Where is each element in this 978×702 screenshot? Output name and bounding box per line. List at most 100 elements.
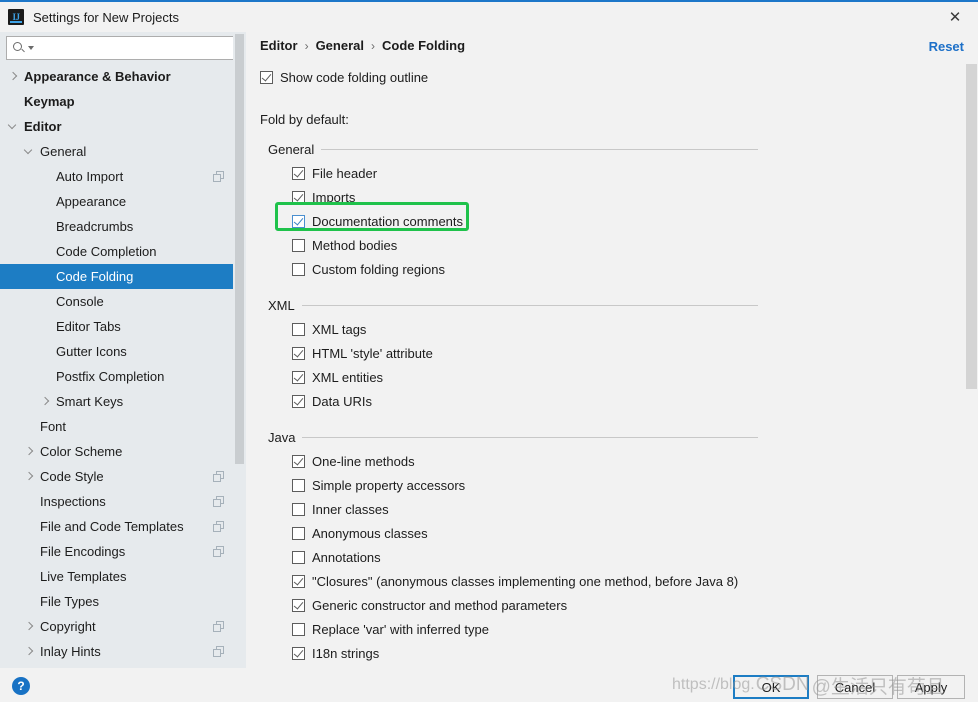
checkbox-html-style-attribute[interactable] [292,347,305,360]
checkbox-replace-var-with-inferred-type[interactable] [292,623,305,636]
checkbox-row-method-bodies[interactable]: Method bodies [292,234,397,257]
show-code-folding-outline-row[interactable]: Show code folding outline [260,66,428,89]
checkbox-annotations[interactable] [292,551,305,564]
sidebar-item-breadcrumbs[interactable]: Breadcrumbs [0,214,246,239]
breadcrumb-item[interactable]: Code Folding [382,38,465,53]
checkbox-generic-constructor-and-method-parameter[interactable] [292,599,305,612]
sidebar-scrollbar-thumb[interactable] [235,34,244,464]
checkbox-simple-property-accessors[interactable] [292,479,305,492]
search-box[interactable] [6,36,240,60]
chevron-right-icon[interactable] [8,71,19,82]
sidebar-item-live-templates[interactable]: Live Templates [0,564,246,589]
checkbox-documentation-comments[interactable] [292,215,305,228]
sidebar-item-code-style[interactable]: Code Style [0,464,246,489]
sidebar-item-inlay-hints[interactable]: Inlay Hints [0,639,246,664]
checkbox-file-header[interactable] [292,167,305,180]
sidebar-item-file-types[interactable]: File Types [0,589,246,614]
checkbox-row-anonymous-classes[interactable]: Anonymous classes [292,522,428,545]
checkbox-row-xml-entities[interactable]: XML entities [292,366,383,389]
sidebar-item-file-encodings[interactable]: File Encodings [0,539,246,564]
checkbox-i18n-strings[interactable] [292,647,305,660]
sidebar-scrollbar[interactable] [233,32,246,668]
sidebar-item-label: Appearance [56,194,127,209]
checkbox-row-i18n-strings[interactable]: I18n strings [292,642,379,665]
copy-icon [213,646,224,657]
checkbox-row-simple-property-accessors[interactable]: Simple property accessors [292,474,465,497]
checkbox-inner-classes[interactable] [292,503,305,516]
sidebar-item-file-and-code-templates[interactable]: File and Code Templates [0,514,246,539]
help-icon[interactable]: ? [12,677,30,695]
checkbox-xml-tags[interactable] [292,323,305,336]
sidebar-item-keymap[interactable]: Keymap [0,89,246,114]
checkbox-row-data-uris[interactable]: Data URIs [292,390,372,413]
checkbox-row-generic-constructor-and-method-parameter[interactable]: Generic constructor and method parameter… [292,594,567,617]
chevron-right-icon[interactable] [40,396,51,407]
checkbox-label: Replace 'var' with inferred type [312,622,489,637]
sidebar-item-auto-import[interactable]: Auto Import [0,164,246,189]
checkbox-row-imports[interactable]: Imports [292,186,355,209]
checkbox-closures-anonymous-classes-implementing-[interactable] [292,575,305,588]
checkbox-row-custom-folding-regions[interactable]: Custom folding regions [292,258,445,281]
chevron-right-icon[interactable] [24,646,35,657]
sidebar-item-gutter-icons[interactable]: Gutter Icons [0,339,246,364]
sidebar-item-label: Smart Keys [56,394,124,409]
checkbox-row-one-line-methods[interactable]: One-line methods [292,450,415,473]
breadcrumb-item[interactable]: General [316,38,364,53]
sidebar-item-copyright[interactable]: Copyright [0,614,246,639]
checkbox-imports[interactable] [292,191,305,204]
chevron-down-icon[interactable] [8,121,19,132]
chevron-down-icon[interactable] [24,146,35,157]
close-icon[interactable]: ✕ [932,2,978,32]
sidebar-item-code-folding[interactable]: Code Folding [0,264,246,289]
copy-icon [213,471,224,482]
show-code-folding-outline-checkbox[interactable] [260,71,273,84]
sidebar-item-label: Appearance & Behavior [24,69,171,84]
checkbox-row-html-style-attribute[interactable]: HTML 'style' attribute [292,342,433,365]
content-scrollbar[interactable] [963,62,978,668]
checkbox-row-documentation-comments[interactable]: Documentation comments [292,210,463,233]
sidebar-item-code-completion[interactable]: Code Completion [0,239,246,264]
checkbox-xml-entities[interactable] [292,371,305,384]
sidebar-item-editor-tabs[interactable]: Editor Tabs [0,314,246,339]
sidebar-item-appearance-behavior[interactable]: Appearance & Behavior [0,64,246,89]
checkbox-custom-folding-regions[interactable] [292,263,305,276]
sidebar-item-postfix-completion[interactable]: Postfix Completion [0,364,246,389]
chevron-right-icon[interactable] [24,621,35,632]
checkbox-method-bodies[interactable] [292,239,305,252]
checkbox-row-xml-tags[interactable]: XML tags [292,318,366,341]
cancel-button[interactable]: Cancel [817,675,893,699]
sidebar-item-inspections[interactable]: Inspections [0,489,246,514]
checkbox-label: Imports [312,190,356,205]
group-header: General [268,140,758,158]
checkbox-row-file-header[interactable]: File header [292,162,377,185]
checkbox-one-line-methods[interactable] [292,455,305,468]
sidebar-item-label: Code Completion [56,244,157,259]
sidebar-item-appearance[interactable]: Appearance [0,189,246,214]
show-code-folding-outline-label: Show code folding outline [280,70,429,85]
checkbox-row-inner-classes[interactable]: Inner classes [292,498,389,521]
sidebar-item-smart-keys[interactable]: Smart Keys [0,389,246,414]
apply-button[interactable]: Apply [897,675,965,699]
breadcrumb-item[interactable]: Editor [260,38,298,53]
sidebar-item-console[interactable]: Console [0,289,246,314]
checkbox-row-replace-var-with-inferred-type[interactable]: Replace 'var' with inferred type [292,618,489,641]
ok-button[interactable]: OK [733,675,809,699]
copy-icon [213,496,224,507]
content-scrollbar-thumb[interactable] [966,64,977,389]
sidebar-item-font[interactable]: Font [0,414,246,439]
sidebar-item-general[interactable]: General [0,139,246,164]
checkbox-row-closures-anonymous-classes-implementing-[interactable]: "Closures" (anonymous classes implementi… [292,570,738,593]
sidebar-item-color-scheme[interactable]: Color Scheme [0,439,246,464]
search-input[interactable] [34,40,239,56]
checkbox-row-annotations[interactable]: Annotations [292,546,381,569]
checkbox-anonymous-classes[interactable] [292,527,305,540]
reset-link[interactable]: Reset [929,39,964,54]
chevron-right-icon[interactable] [24,446,35,457]
chevron-right-icon[interactable] [24,471,35,482]
checkbox-data-uris[interactable] [292,395,305,408]
checkbox-label: I18n strings [312,646,380,661]
sidebar-item-editor[interactable]: Editor [0,114,246,139]
